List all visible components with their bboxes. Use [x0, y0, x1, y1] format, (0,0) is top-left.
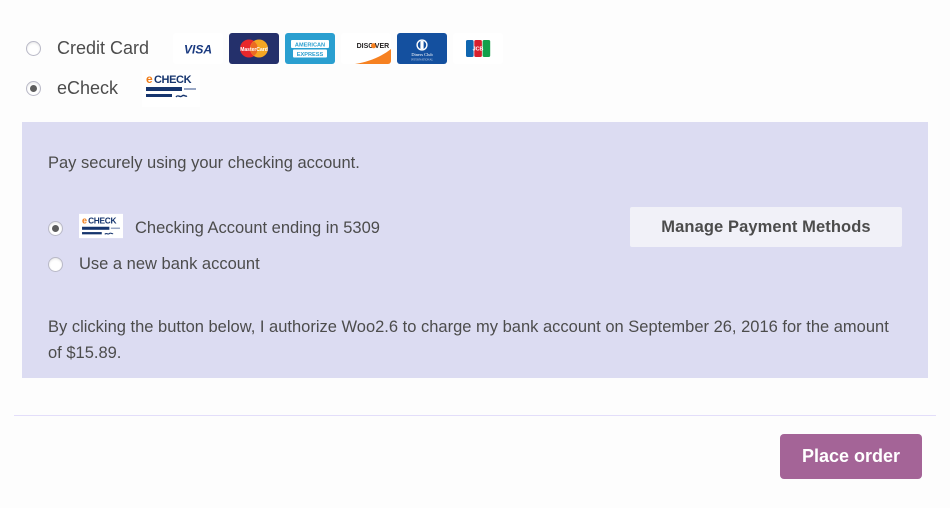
payment-method-credit-card[interactable]: Credit Card VISA MasterCard AMERICAN EXP… — [0, 28, 950, 68]
echeck-logo-group: e CHECK — [142, 69, 201, 107]
svg-text:CHECK: CHECK — [88, 215, 116, 225]
svg-text:MasterCard: MasterCard — [240, 47, 268, 53]
radio-saved-account[interactable] — [48, 220, 63, 236]
radio-echeck[interactable] — [26, 80, 41, 96]
visa-card-icon: VISA — [173, 32, 224, 64]
authorization-text: By clicking the button below, I authoriz… — [48, 318, 889, 362]
token-label-saved-account: Checking Account ending in 5309 — [135, 218, 380, 237]
echeck-payment-panel: Pay securely using your checking account… — [22, 122, 928, 378]
svg-text:EXPRESS: EXPRESS — [297, 51, 324, 57]
mastercard-card-icon: MasterCard — [229, 32, 280, 64]
svg-text:INTERNATIONAL: INTERNATIONAL — [411, 58, 434, 61]
radio-credit-card[interactable] — [26, 40, 41, 56]
payment-method-list: Credit Card VISA MasterCard AMERICAN EXP… — [0, 0, 950, 108]
radio-new-account[interactable] — [48, 256, 63, 272]
discover-card-icon: DISC VER — [341, 32, 392, 64]
echeck-panel-intro: Pay securely using your checking account… — [48, 154, 360, 172]
echeck-icon-small-wrap: e CHECK — [79, 213, 123, 244]
footer-divider — [14, 415, 936, 416]
token-label-new-account: Use a new bank account — [79, 254, 260, 273]
svg-text:e: e — [146, 72, 153, 86]
svg-text:VISA: VISA — [184, 42, 212, 56]
amex-card-icon: AMERICAN EXPRESS — [285, 32, 336, 64]
svg-text:JCB: JCB — [473, 46, 484, 52]
manage-payment-methods-button[interactable]: Manage Payment Methods — [630, 207, 902, 247]
svg-text:CHECK: CHECK — [154, 74, 192, 86]
token-row-new-account[interactable]: Use a new bank account — [48, 249, 902, 279]
place-order-button[interactable]: Place order — [779, 434, 922, 479]
credit-card-logo-group: VISA MasterCard AMERICAN EXPRESS DISC VE… — [173, 32, 504, 64]
saved-payment-token-list: e CHECK Checking Account ending in 5309 … — [48, 207, 902, 279]
diners-club-card-icon: Diners Club INTERNATIONAL — [397, 32, 448, 64]
svg-text:VER: VER — [375, 43, 389, 50]
payment-method-echeck[interactable]: eCheck e CHECK — [0, 68, 950, 108]
svg-text:Diners Club: Diners Club — [411, 52, 433, 57]
echeck-icon: e CHECK — [79, 213, 123, 244]
place-order-area: Place order — [0, 434, 922, 479]
svg-text:AMERICAN: AMERICAN — [295, 42, 325, 48]
jcb-card-icon: JCB — [453, 32, 504, 64]
svg-text:e: e — [82, 215, 87, 225]
svg-text:DISC: DISC — [357, 43, 374, 50]
payment-method-label-echeck: eCheck — [57, 77, 119, 98]
checkout-payment-section: Credit Card VISA MasterCard AMERICAN EXP… — [0, 0, 950, 508]
payment-method-label-credit-card: Credit Card — [57, 37, 150, 58]
echeck-icon: e CHECK — [142, 69, 201, 107]
